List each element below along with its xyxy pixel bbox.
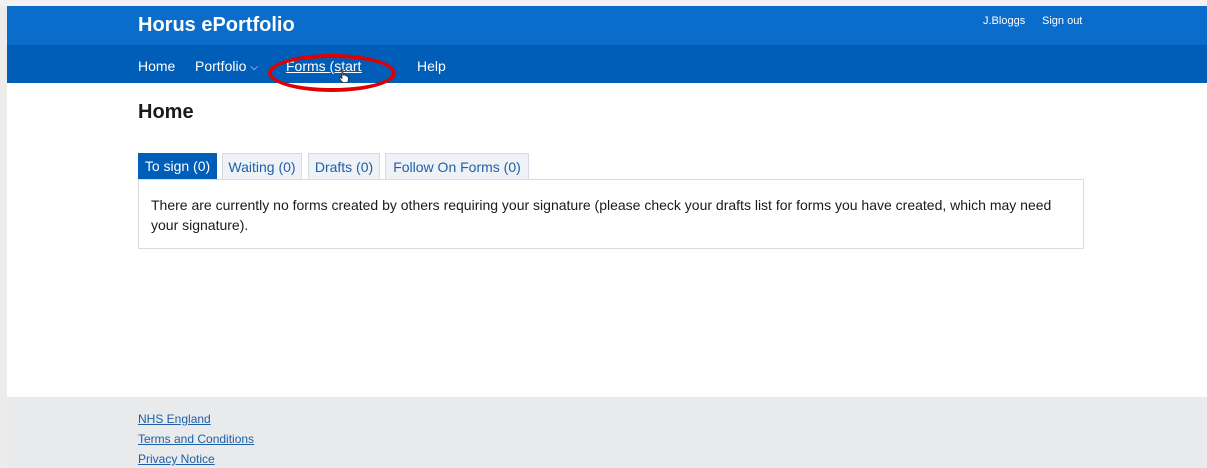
user-name: J.Bloggs [983, 15, 1026, 27]
nav-home[interactable]: Home [138, 58, 175, 74]
sign-out-link[interactable]: Sign out [1042, 15, 1082, 27]
tab-panel: There are currently no forms created by … [138, 179, 1084, 249]
nav-portfolio-label: Portfolio [195, 58, 247, 74]
nav-portfolio[interactable]: Portfolio ⌵ [195, 58, 258, 74]
nav-help[interactable]: Help [417, 58, 446, 74]
tab-waiting[interactable]: Waiting (0) [222, 153, 302, 179]
hand-cursor-icon [339, 69, 349, 83]
chevron-down-icon: ⌵ [250, 62, 258, 73]
window-edge [0, 0, 7, 468]
tab-drafts[interactable]: Drafts (0) [308, 153, 380, 179]
footer-link-privacy[interactable]: Privacy Notice [138, 452, 215, 466]
tab-follow-on-forms[interactable]: Follow On Forms (0) [385, 153, 529, 179]
main-nav: Home Portfolio⌵ Forms (start new Help [7, 45, 1207, 83]
empty-state-message: There are currently no forms created by … [151, 197, 1052, 233]
footer-link-nhs-england[interactable]: NHS England [138, 412, 211, 426]
site-title[interactable]: Horus ePortfolio [138, 14, 295, 37]
tab-to-sign[interactable]: To sign (0) [138, 153, 217, 179]
page-title: Home [138, 101, 194, 123]
nav-forms[interactable]: Forms (start new [286, 58, 362, 74]
page: Horus ePortfolio J.Bloggs Sign out Home … [0, 0, 1207, 468]
site-header: Horus ePortfolio J.Bloggs Sign out [7, 6, 1207, 45]
footer-link-terms[interactable]: Terms and Conditions [138, 432, 254, 446]
site-footer: NHS England Terms and Conditions Privacy… [7, 397, 1207, 468]
